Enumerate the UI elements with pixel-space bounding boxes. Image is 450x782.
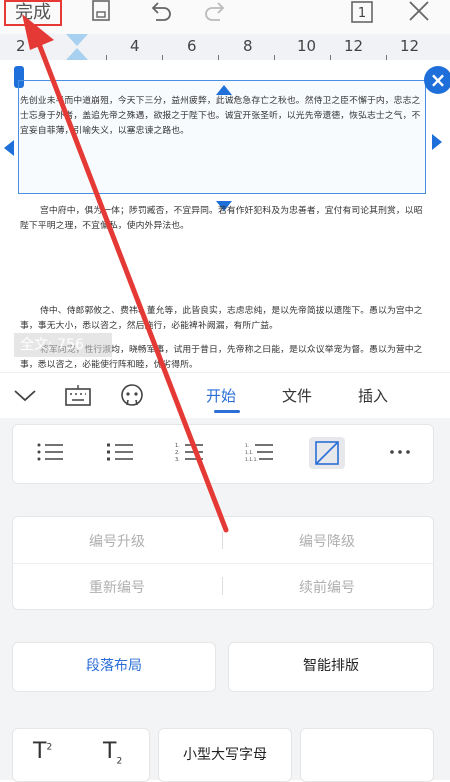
annotation-arrow bbox=[22, 14, 229, 533]
